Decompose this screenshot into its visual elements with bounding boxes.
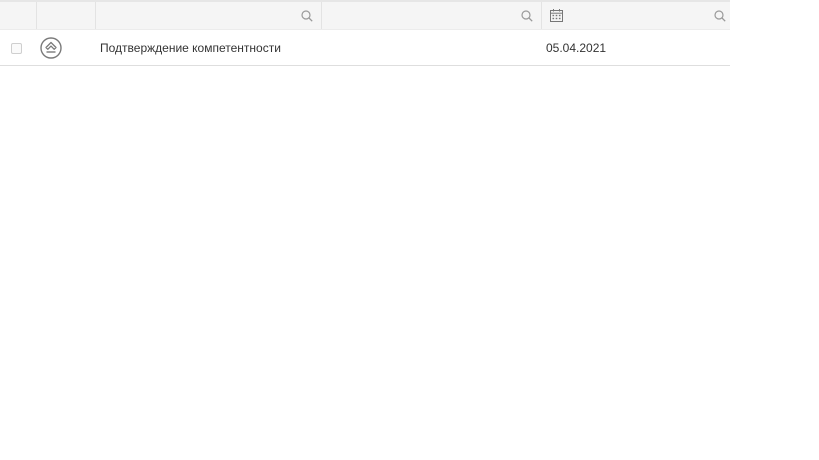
filter-cell-checkbox — [0, 2, 37, 29]
table-row[interactable]: Подтверждение компетентности 05.04.2021 — [0, 30, 730, 66]
calendar-icon[interactable] — [550, 9, 563, 22]
search-icon[interactable] — [714, 10, 726, 22]
search-icon[interactable] — [521, 10, 533, 22]
row-date: 05.04.2021 — [546, 41, 607, 55]
search-icon[interactable] — [301, 10, 313, 22]
row-name: Подтверждение компетентности — [100, 41, 281, 55]
row-checkbox[interactable] — [11, 43, 22, 54]
filter-cell-column-4[interactable] — [322, 2, 542, 29]
filter-cell-date[interactable] — [542, 2, 730, 29]
filter-row — [0, 2, 730, 30]
status-circle-icon — [40, 37, 62, 59]
filter-cell-name[interactable] — [96, 2, 322, 29]
filter-cell-status — [37, 2, 96, 29]
